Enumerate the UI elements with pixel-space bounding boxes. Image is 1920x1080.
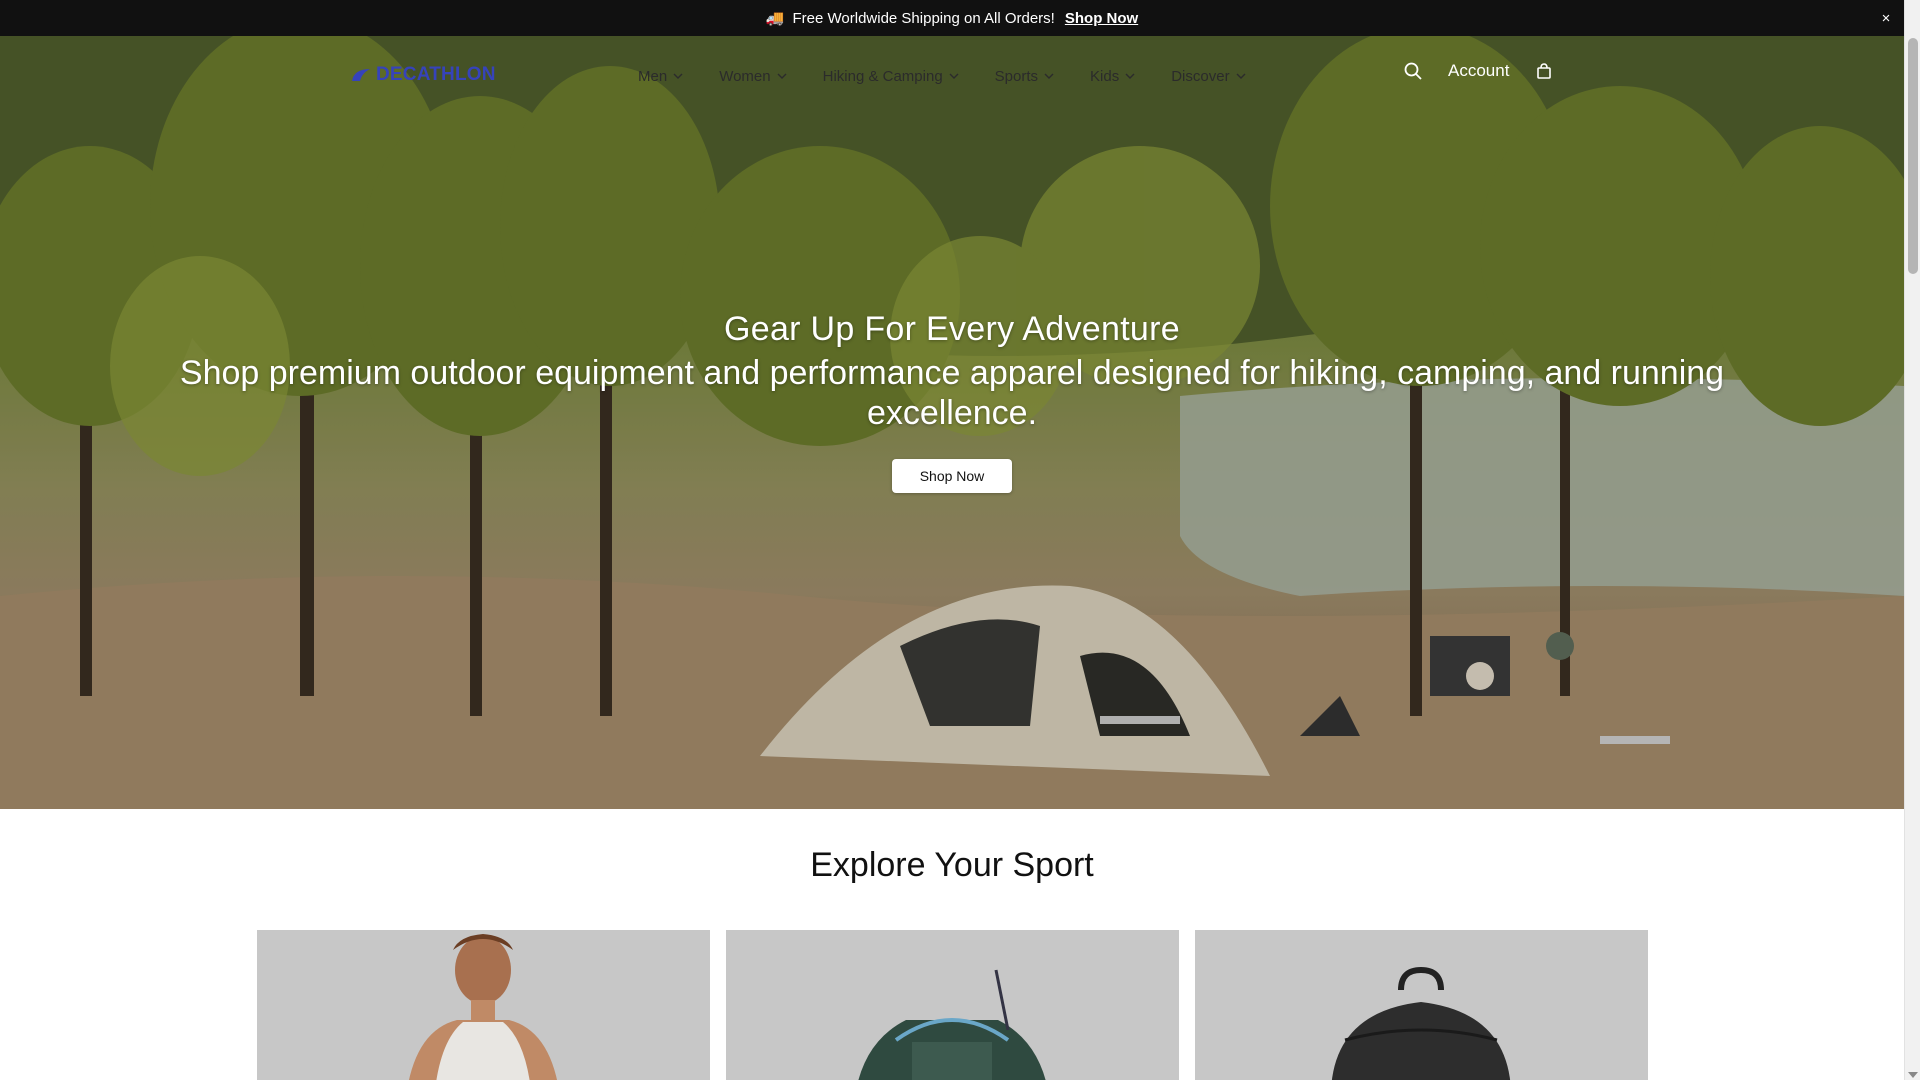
announcement-bar: 🚚 Free Worldwide Shipping on All Orders!…: [0, 0, 1904, 36]
chevron-down-icon: [673, 73, 683, 79]
scroll-down-arrow-icon[interactable]: [1908, 1072, 1918, 1078]
sport-card-hydration-vest[interactable]: [726, 930, 1179, 1080]
hero-title: Gear Up For Every Adventure: [724, 310, 1180, 348]
chevron-down-icon: [1125, 73, 1135, 79]
nav-item-label: Discover: [1171, 67, 1230, 85]
hydration-vest-image: [858, 969, 1046, 1080]
announcement-shop-now-link[interactable]: Shop Now: [1065, 10, 1138, 27]
running-vest-model-image: [408, 934, 558, 1080]
hero-subtitle: Shop premium outdoor equipment and perfo…: [179, 354, 1725, 432]
nav-item-kids[interactable]: Kids: [1072, 64, 1153, 88]
bag-icon[interactable]: [1533, 60, 1555, 82]
nav-item-label: Women: [719, 67, 771, 85]
search-icon[interactable]: [1402, 60, 1424, 82]
explore-section-title: Explore Your Sport: [810, 846, 1094, 884]
hero-shop-now-button[interactable]: Shop Now: [891, 459, 1013, 493]
chevron-down-icon: [777, 73, 787, 79]
primary-nav: Men Women Hiking & Camping Sports Kids D…: [620, 64, 1264, 88]
main-header: DECATHLON Men Women Hiking & Camping Spo…: [0, 36, 1904, 116]
nav-item-label: Sports: [994, 67, 1039, 85]
chevron-down-icon: [949, 73, 959, 79]
hero-content: Gear Up For Every Adventure Shop premium…: [0, 310, 1904, 493]
black-backpack-image: [1331, 966, 1511, 1080]
nav-item-hiking-camping[interactable]: Hiking & Camping: [805, 64, 977, 88]
nav-item-sports[interactable]: Sports: [977, 64, 1072, 88]
decathlon-logo-icon: [352, 69, 370, 81]
sport-card-running-vest[interactable]: [257, 930, 710, 1080]
truck-icon: 🚚: [765, 10, 785, 27]
page-scrollbar[interactable]: [1904, 0, 1920, 1080]
sport-cards: [257, 930, 1648, 1080]
nav-item-label: Hiking & Camping: [822, 67, 943, 85]
brand-name: DECATHLON: [376, 64, 496, 85]
brand-logo[interactable]: DECATHLON: [350, 64, 496, 86]
account-link[interactable]: Account: [1448, 61, 1509, 81]
nav-item-women[interactable]: Women: [701, 64, 804, 88]
scrollbar-thumb[interactable]: [1908, 38, 1918, 274]
sport-card-backpack[interactable]: [1195, 930, 1648, 1080]
nav-item-discover[interactable]: Discover: [1153, 64, 1263, 88]
close-icon[interactable]: ×: [1876, 8, 1896, 28]
chevron-down-icon: [1236, 73, 1246, 79]
announcement-text: Free Worldwide Shipping on All Orders!: [792, 9, 1055, 27]
nav-item-label: Men: [638, 67, 668, 85]
nav-item-label: Kids: [1090, 67, 1120, 85]
header-utilities: Account: [1402, 60, 1555, 82]
chevron-down-icon: [1044, 73, 1054, 79]
nav-item-men[interactable]: Men: [620, 64, 701, 88]
